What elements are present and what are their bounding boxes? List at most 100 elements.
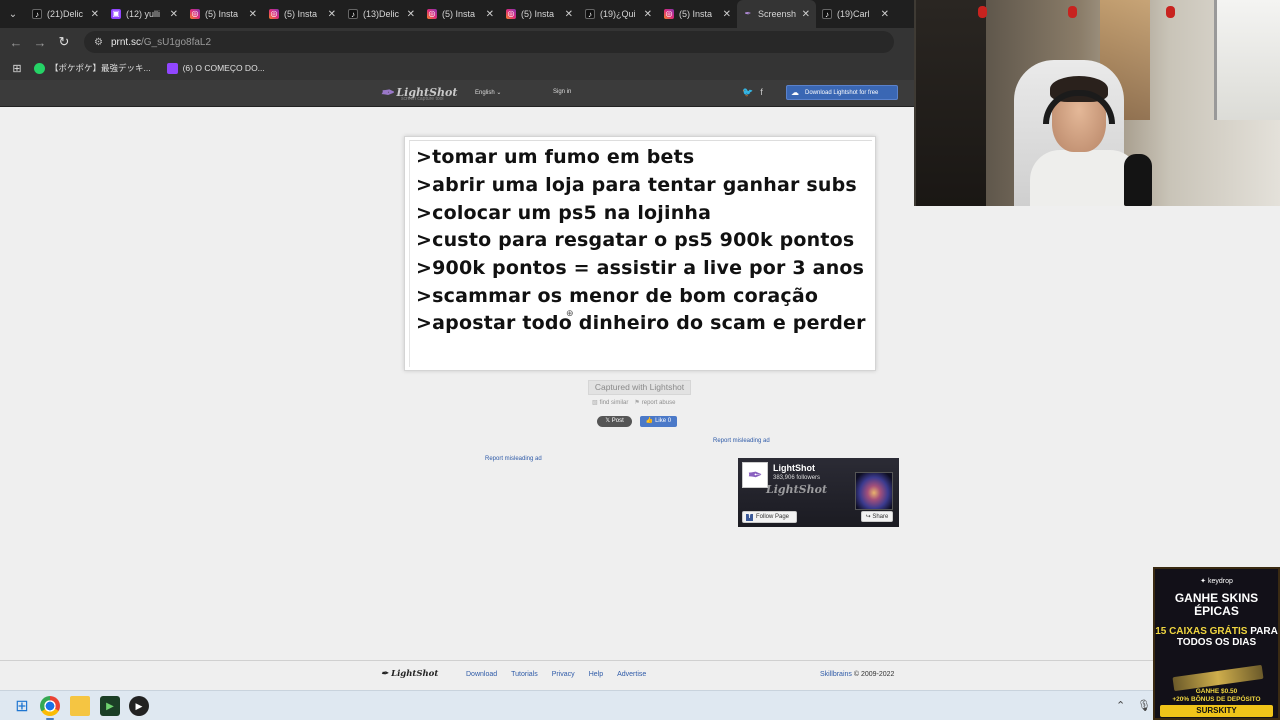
close-tab-icon[interactable]: ✕ bbox=[249, 9, 257, 20]
instagram-icon: ◎ bbox=[664, 9, 674, 19]
page-name[interactable]: LightShot bbox=[773, 463, 815, 473]
footer-link-privacy[interactable]: Privacy bbox=[552, 671, 575, 678]
ad-brand: ✦ keydrop bbox=[1200, 578, 1233, 585]
tab-title: (5) Insta bbox=[284, 9, 318, 19]
flag-icon: ⚑ bbox=[634, 400, 640, 406]
address-field[interactable]: ⚙ prnt.sc/G_sU1go8faL2 bbox=[84, 31, 894, 53]
close-tab-icon[interactable]: ✕ bbox=[802, 9, 810, 20]
download-button-label: Download Lightshot for free bbox=[805, 89, 879, 96]
browser-tab[interactable]: ◎ (5) Insta ✕ bbox=[263, 0, 342, 28]
close-tab-icon[interactable]: ✕ bbox=[565, 9, 573, 20]
ad-promo-a: GANHE $0.50 bbox=[1195, 688, 1238, 695]
facebook-icon: f bbox=[746, 513, 753, 521]
lightshot-icon: ✒ bbox=[744, 9, 752, 18]
tab-search-chevron-icon[interactable]: ⌄ bbox=[0, 9, 26, 20]
close-tab-icon[interactable]: ✕ bbox=[644, 9, 652, 20]
media-player-icon[interactable]: ▶ bbox=[129, 696, 149, 716]
apps-grid-icon[interactable]: ⊞ bbox=[0, 62, 34, 75]
facebook-icon[interactable]: f bbox=[760, 87, 763, 98]
lantern-decoration bbox=[1068, 6, 1077, 18]
language-select[interactable]: English ⌄ bbox=[475, 89, 501, 96]
close-tab-icon[interactable]: ✕ bbox=[881, 9, 889, 20]
bookmark-item[interactable]: 【ポケポケ】最強デッキ... bbox=[34, 62, 151, 74]
footer-link-download[interactable]: Download bbox=[466, 671, 497, 678]
share-button[interactable]: ↪ Share bbox=[861, 511, 893, 522]
find-similar-link[interactable]: ▧ find similar bbox=[592, 399, 628, 406]
browser-tab[interactable]: ◎ (5) Insta ✕ bbox=[500, 0, 579, 28]
browser-tab[interactable]: ♪ (21)Delic ✕ bbox=[26, 0, 105, 28]
close-tab-icon[interactable]: ✕ bbox=[407, 9, 415, 20]
image-actions: ▧ find similar ⚑ report abuse bbox=[592, 399, 675, 406]
forward-icon[interactable]: → bbox=[28, 35, 52, 50]
browser-tab[interactable]: ♪ (19)Carl ✕ bbox=[816, 0, 895, 28]
footer-link-advertise[interactable]: Advertise bbox=[617, 671, 646, 678]
bookmark-item[interactable]: (6) O COMEÇO DO... bbox=[166, 62, 265, 74]
browser-tab[interactable]: ◎ (5) Insta ✕ bbox=[421, 0, 500, 28]
report-abuse-link[interactable]: ⚑ report abuse bbox=[634, 399, 675, 406]
windows-start-icon[interactable]: ⊞ bbox=[12, 696, 32, 716]
footer-logo[interactable]: ✒ LightShot bbox=[381, 669, 438, 679]
download-lightshot-button[interactable]: ☁ Download Lightshot for free bbox=[786, 85, 898, 100]
ad-promo-code: SURSKITY bbox=[1160, 705, 1273, 717]
browser-tab[interactable]: ▣ (12) yulli ✕ bbox=[105, 0, 184, 28]
back-icon[interactable]: ← bbox=[4, 35, 28, 50]
tab-title: (13)Delic bbox=[363, 9, 400, 19]
close-tab-icon[interactable]: ✕ bbox=[723, 9, 731, 20]
browser-tab[interactable]: ♪ (13)Delic ✕ bbox=[342, 0, 421, 28]
footer-link-tutorials[interactable]: Tutorials bbox=[511, 671, 538, 678]
chrome-icon[interactable] bbox=[40, 696, 60, 716]
close-tab-icon[interactable]: ✕ bbox=[328, 9, 336, 20]
keydrop-ad-overlay[interactable]: ✦ keydrop GANHE SKINS ÉPICAS 15 CAIXAS G… bbox=[1153, 567, 1280, 720]
close-tab-icon[interactable]: ✕ bbox=[91, 9, 99, 20]
screenshot-image[interactable]: >tomar um fumo em bets >abrir uma loja p… bbox=[404, 136, 876, 371]
report-misleading-ad-link[interactable]: Report misleading ad bbox=[485, 456, 542, 462]
browser-tab[interactable]: ◎ (5) Insta ✕ bbox=[184, 0, 263, 28]
tray-chevron-icon[interactable]: ⌃ bbox=[1116, 699, 1125, 712]
address-bar-row: ← → ↻ ⚙ prnt.sc/G_sU1go8faL2 bbox=[0, 28, 914, 56]
close-tab-icon[interactable]: ✕ bbox=[170, 9, 178, 20]
terminal-icon[interactable]: ▶ bbox=[100, 696, 120, 716]
browser-tab[interactable]: ♪ (19)¿Qui ✕ bbox=[579, 0, 658, 28]
twitter-icon[interactable]: 🐦 bbox=[742, 87, 753, 98]
whatsapp-icon bbox=[34, 62, 45, 74]
twitch-icon bbox=[166, 62, 178, 74]
tab-title: (19)¿Qui bbox=[600, 9, 636, 19]
facebook-like-button[interactable]: 👍 Like 0 bbox=[640, 416, 677, 427]
facebook-page-widget[interactable]: ✒ LightShot 383,906 followers LightShot … bbox=[738, 458, 899, 527]
instagram-icon: ◎ bbox=[506, 9, 516, 19]
close-tab-icon[interactable]: ✕ bbox=[486, 9, 494, 20]
webcam-shelf bbox=[916, 0, 986, 206]
lightshot-logo[interactable]: ✒ LightShot screen capture tool bbox=[380, 83, 457, 102]
bookmark-label: (6) O COMEÇO DO... bbox=[182, 63, 265, 73]
footer-logo-text: LightShot bbox=[391, 669, 439, 679]
webcam-overlay bbox=[914, 0, 1280, 206]
reload-icon[interactable]: ↻ bbox=[52, 34, 76, 50]
tab-title: (5) Insta bbox=[521, 9, 555, 19]
lightshot-page-logo[interactable]: ✒ bbox=[742, 462, 768, 488]
tiktok-icon: ♪ bbox=[822, 9, 832, 19]
page-footer: ✒ LightShot Download Tutorials Privacy H… bbox=[0, 660, 1153, 690]
instagram-icon: ◎ bbox=[190, 9, 200, 19]
follow-page-button[interactable]: f Follow Page bbox=[742, 511, 797, 523]
file-explorer-icon[interactable] bbox=[70, 696, 90, 716]
screenshot-text-line: >abrir uma loja para tentar ganhar subs bbox=[416, 174, 857, 196]
microphone-icon[interactable]: 🎙 bbox=[1137, 699, 1151, 712]
download-icon: ☁ bbox=[791, 88, 799, 97]
site-info-icon[interactable]: ⚙ bbox=[94, 37, 103, 48]
feather-icon: ✒ bbox=[380, 83, 394, 102]
skillbrains-link[interactable]: Skillbrains bbox=[820, 671, 852, 678]
logo-subtitle: screen capture tool bbox=[401, 96, 444, 102]
sign-in-link[interactable]: Sign in bbox=[553, 89, 571, 95]
x-post-button[interactable]: 𝕏 Post bbox=[597, 416, 632, 427]
webcam-window bbox=[1214, 0, 1280, 120]
tab-title: (19)Carl bbox=[837, 9, 870, 19]
language-label: English bbox=[475, 90, 495, 96]
browser-tab[interactable]: ◎ (5) Insta ✕ bbox=[658, 0, 737, 28]
follow-label: Follow Page bbox=[756, 514, 790, 520]
tab-title: (5) Insta bbox=[442, 9, 476, 19]
browser-tab[interactable]: ✒ Screensh ✕ bbox=[737, 0, 816, 28]
footer-link-help[interactable]: Help bbox=[589, 671, 603, 678]
twitch-icon: ▣ bbox=[111, 9, 121, 19]
ad-brand-label: keydrop bbox=[1207, 578, 1233, 585]
report-misleading-ad-link[interactable]: Report misleading ad bbox=[713, 438, 770, 444]
